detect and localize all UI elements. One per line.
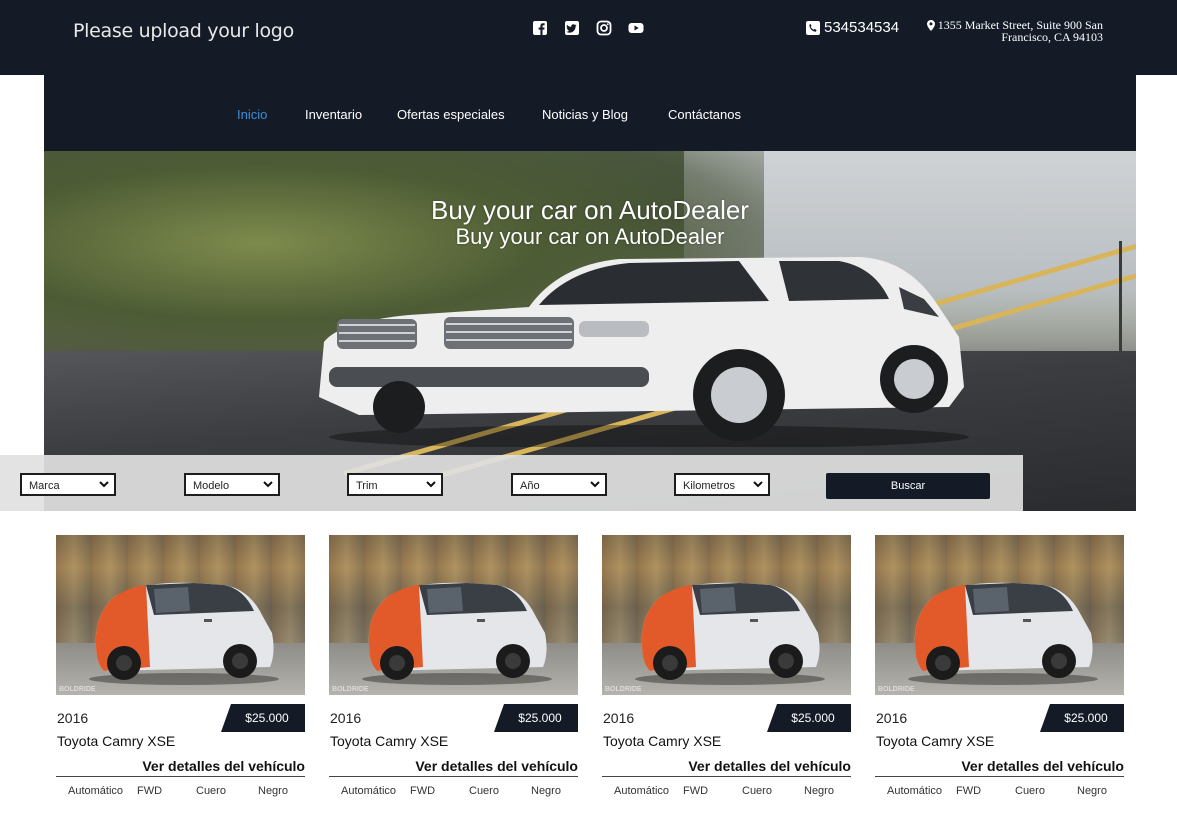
watermark: BOLDRIDE — [605, 686, 642, 693]
map-pin-icon — [927, 20, 935, 31]
vehicle-photo[interactable]: BOLDRIDE — [56, 535, 305, 695]
main-nav: Inicio Inventario Ofertas especiales Not… — [44, 75, 1136, 151]
spec-color: Negro — [1077, 785, 1107, 797]
smart-car-image — [89, 582, 279, 685]
spec-transmission: Automático — [614, 785, 670, 797]
vehicle-details-link[interactable]: Ver detalles del vehículo — [329, 758, 578, 774]
divider — [602, 776, 851, 777]
spec-color: Negro — [258, 785, 288, 797]
vehicle-name[interactable]: Toyota Camry XSE — [330, 733, 448, 749]
address-block: 1355 Market Street, Suite 900 San Franci… — [925, 19, 1103, 43]
vehicle-photo[interactable]: BOLDRIDE — [875, 535, 1124, 695]
kilometros-select[interactable]: Kilometros — [674, 473, 770, 496]
vehicle-price: $25.000 — [767, 704, 851, 732]
watermark: BOLDRIDE — [878, 686, 915, 693]
top-bar: Please upload your logo 534534534 1355 M… — [0, 0, 1177, 75]
hero-suv-image — [319, 257, 969, 447]
nav-item-ofertas[interactable]: Ofertas especiales — [397, 107, 542, 122]
vehicle-details-link[interactable]: Ver detalles del vehículo — [875, 758, 1124, 774]
smart-car-image — [635, 582, 825, 685]
spec-interior: Cuero — [469, 785, 499, 797]
ano-select[interactable]: Año — [511, 473, 607, 496]
phone-number: 534534534 — [824, 19, 900, 36]
vehicle-name[interactable]: Toyota Camry XSE — [57, 733, 175, 749]
spec-interior: Cuero — [742, 785, 772, 797]
phone-contact[interactable]: 534534534 — [806, 19, 899, 36]
nav-item-inicio[interactable]: Inicio — [237, 107, 305, 122]
twitter-icon[interactable] — [564, 20, 580, 36]
spec-transmission: Automático — [68, 785, 124, 797]
instagram-icon[interactable] — [596, 20, 612, 36]
watermark: BOLDRIDE — [59, 686, 96, 693]
modelo-select[interactable]: Modelo — [184, 473, 280, 496]
smart-car-image — [908, 582, 1098, 685]
hero-title: Buy your car on AutoDealer — [431, 195, 749, 225]
smart-car-image — [362, 582, 552, 685]
phone-icon — [806, 20, 820, 35]
vehicle-price: $25.000 — [494, 704, 578, 732]
vehicle-year: 2016 — [57, 710, 89, 726]
spec-interior: Cuero — [196, 785, 226, 797]
facebook-icon[interactable] — [532, 20, 548, 36]
vehicle-card[interactable]: BOLDRIDE 2016 $25.000 Toyota Camry XSE V… — [875, 535, 1124, 797]
spec-drivetrain: FWD — [410, 785, 436, 797]
vehicle-price: $25.000 — [221, 704, 305, 732]
youtube-icon[interactable] — [628, 20, 644, 36]
vehicle-name[interactable]: Toyota Camry XSE — [876, 733, 994, 749]
marca-select[interactable]: Marca — [20, 473, 116, 496]
address-text: 1355 Market Street, Suite 900 San Franci… — [937, 18, 1103, 44]
trim-select[interactable]: Trim — [347, 473, 443, 496]
spec-color: Negro — [531, 785, 561, 797]
vehicle-year: 2016 — [876, 710, 908, 726]
spec-drivetrain: FWD — [137, 785, 163, 797]
chevron-down-icon — [426, 479, 436, 489]
chevron-down-icon — [99, 479, 109, 489]
nav-item-blog[interactable]: Noticias y Blog — [542, 107, 668, 122]
search-button[interactable]: Buscar — [826, 473, 990, 499]
spec-color: Negro — [804, 785, 834, 797]
nav-item-contacto[interactable]: Contáctanos — [668, 107, 741, 122]
watermark: BOLDRIDE — [332, 686, 369, 693]
divider — [875, 776, 1124, 777]
chevron-down-icon — [590, 479, 600, 489]
nav-item-inventario[interactable]: Inventario — [305, 107, 397, 122]
vehicle-details-link[interactable]: Ver detalles del vehículo — [56, 758, 305, 774]
vehicle-card[interactable]: BOLDRIDE 2016 $25.000 Toyota Camry XSE V… — [602, 535, 851, 797]
spec-interior: Cuero — [1015, 785, 1045, 797]
search-bar: Marca Modelo Trim Año Kilometros Buscar — [0, 455, 1023, 511]
divider — [56, 776, 305, 777]
vehicle-price: $25.000 — [1040, 704, 1124, 732]
spec-drivetrain: FWD — [956, 785, 982, 797]
vehicle-card[interactable]: BOLDRIDE 2016 $25.000 Toyota Camry XSE V… — [56, 535, 305, 797]
divider — [329, 776, 578, 777]
vehicle-photo[interactable]: BOLDRIDE — [329, 535, 578, 695]
vehicle-year: 2016 — [603, 710, 635, 726]
spec-transmission: Automático — [341, 785, 397, 797]
hero-subtitle: Buy your car on AutoDealer — [455, 224, 725, 249]
spec-transmission: Automático — [887, 785, 943, 797]
site-logo[interactable]: Please upload your logo — [73, 20, 294, 42]
vehicle-details-link[interactable]: Ver detalles del vehículo — [602, 758, 851, 774]
vehicle-card[interactable]: BOLDRIDE 2016 $25.000 Toyota Camry XSE V… — [329, 535, 578, 797]
vehicle-name[interactable]: Toyota Camry XSE — [603, 733, 721, 749]
chevron-down-icon — [263, 479, 273, 489]
vehicle-photo[interactable]: BOLDRIDE — [602, 535, 851, 695]
chevron-down-icon — [753, 479, 763, 489]
social-links — [532, 20, 644, 36]
spec-drivetrain: FWD — [683, 785, 709, 797]
vehicle-year: 2016 — [330, 710, 362, 726]
